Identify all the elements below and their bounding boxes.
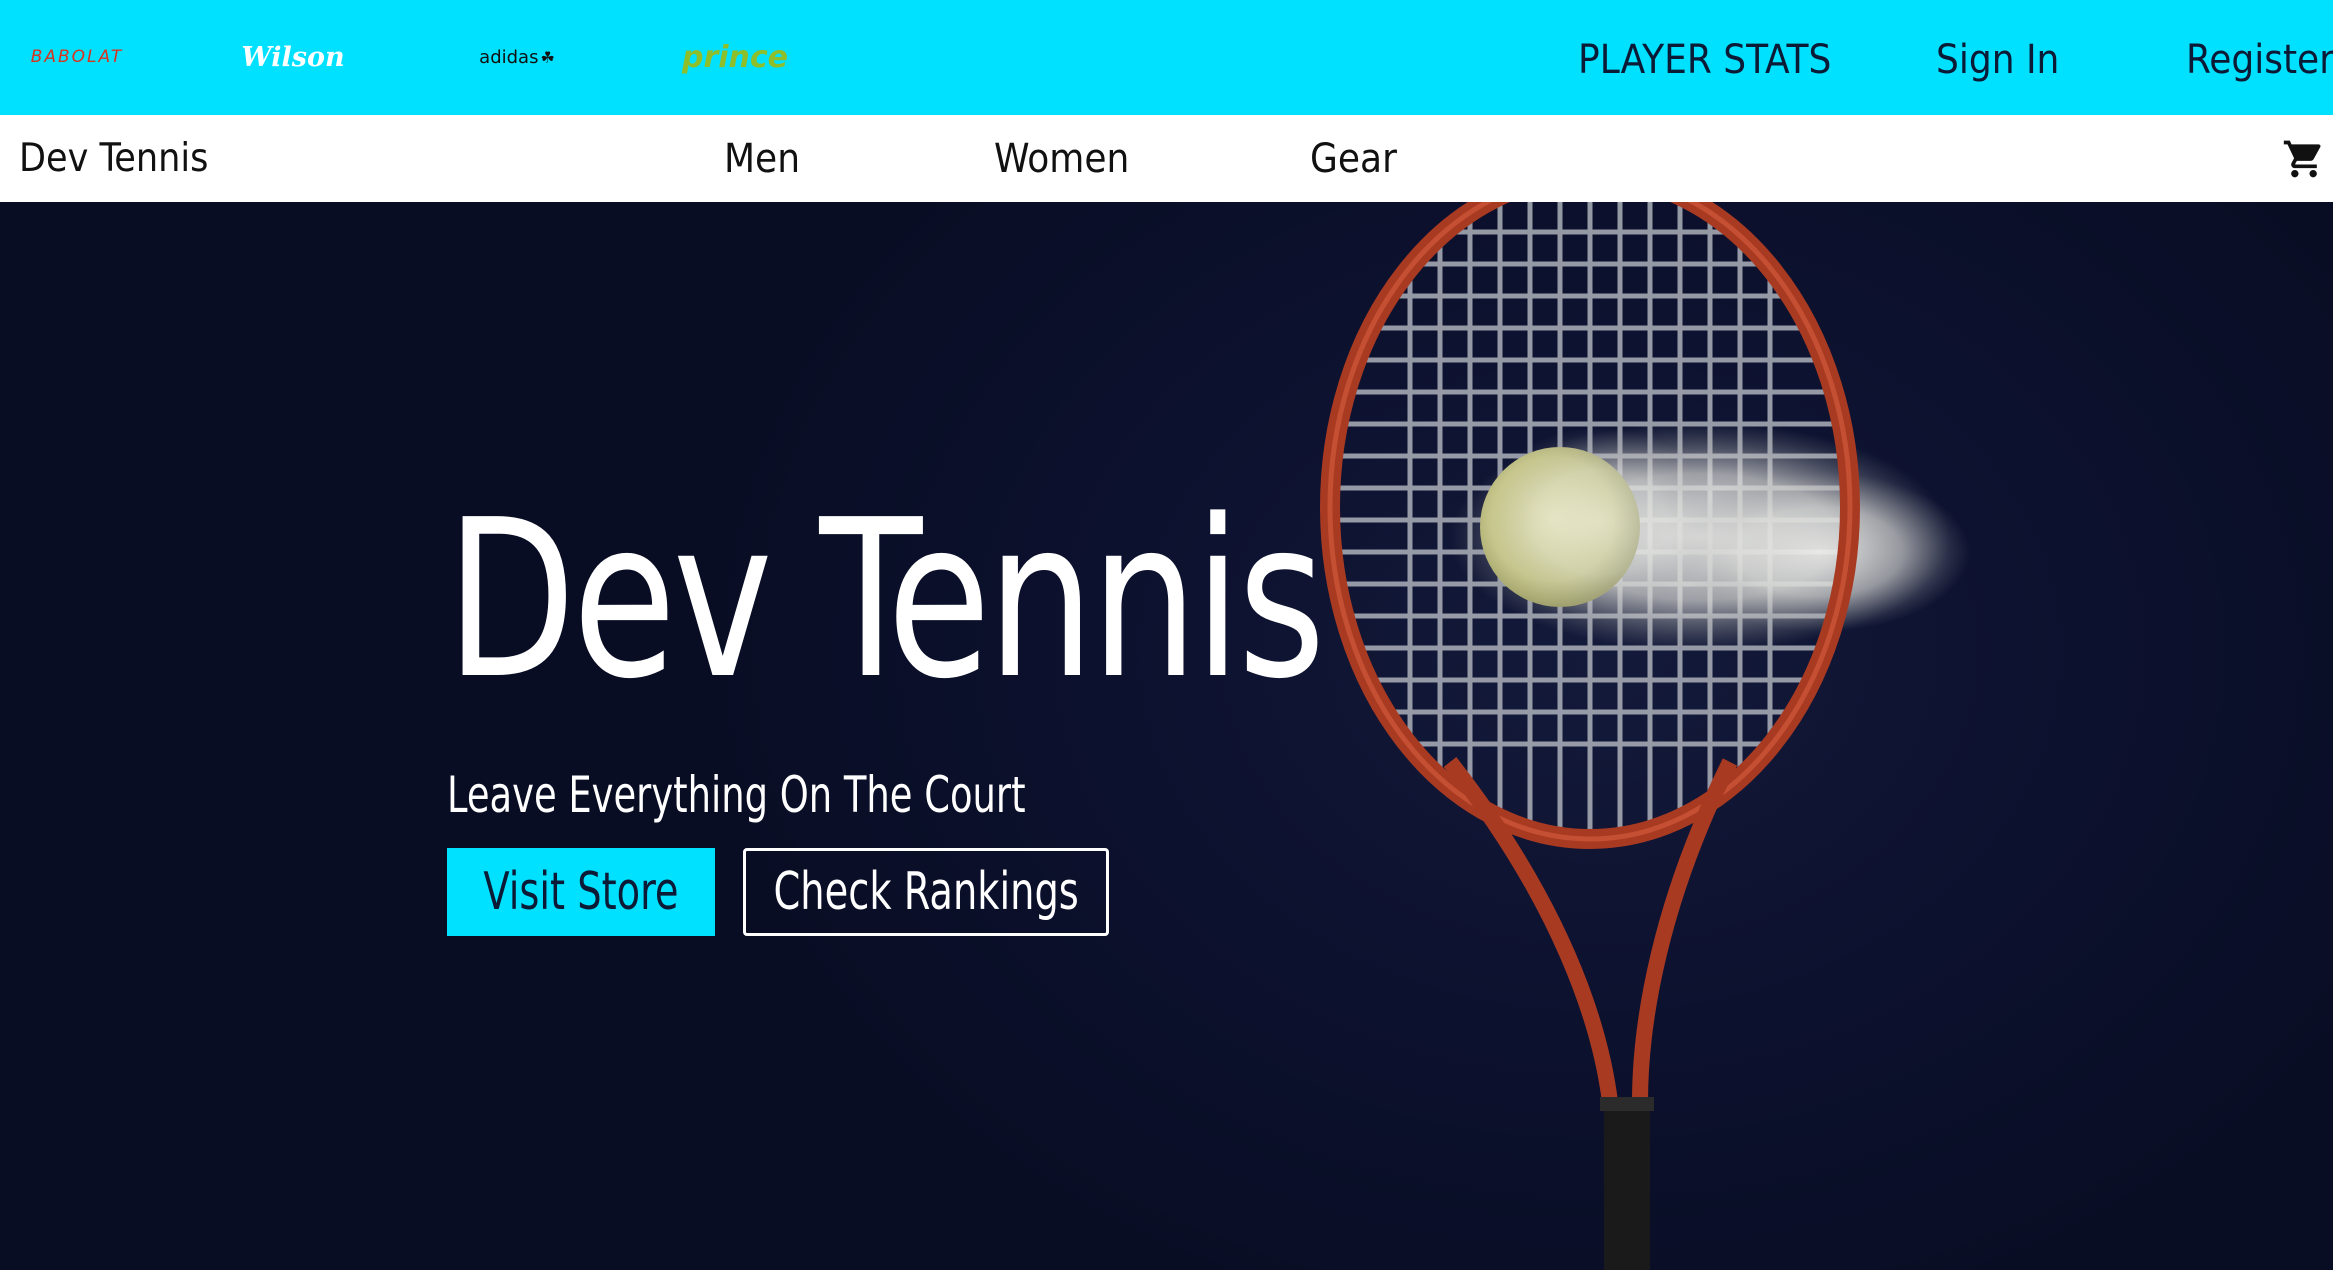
- shopping-cart-icon[interactable]: [2282, 137, 2326, 181]
- visit-store-label: Visit Store: [483, 862, 679, 922]
- nav-link-men[interactable]: Men: [724, 130, 800, 188]
- register-link[interactable]: Register: [2186, 30, 2333, 90]
- racket-ball-illustration: [1320, 202, 1970, 1270]
- wilson-logo[interactable]: Wilson: [238, 34, 348, 80]
- top-brand-bar: BABOLAT Wilson adidas ☘ prince PLAYER ST…: [0, 0, 2333, 115]
- racket-handle: [1604, 1102, 1650, 1270]
- nav-link-women[interactable]: Women: [994, 130, 1129, 188]
- prince-logo[interactable]: prince: [680, 34, 790, 80]
- hero-subtitle: Leave Everything On The Court: [447, 766, 1026, 824]
- hero-title: Dev Tennis: [446, 474, 1326, 727]
- player-stats-link[interactable]: PLAYER STATS: [1578, 30, 1831, 90]
- site-logo[interactable]: Dev Tennis: [19, 130, 208, 188]
- babolat-logo[interactable]: BABOLAT: [22, 34, 132, 80]
- hero-section: Dev Tennis Leave Everything On The Court…: [0, 202, 2333, 1270]
- trefoil-icon: ☘: [540, 47, 555, 67]
- nav-link-gear[interactable]: Gear: [1310, 130, 1397, 188]
- main-navbar: Dev Tennis Men Women Gear: [0, 115, 2333, 202]
- sign-in-link[interactable]: Sign In: [1936, 30, 2059, 90]
- check-rankings-label: Check Rankings: [773, 862, 1079, 922]
- adidas-logo-text: adidas: [479, 46, 539, 68]
- visit-store-button[interactable]: Visit Store: [447, 848, 715, 936]
- check-rankings-button[interactable]: Check Rankings: [743, 848, 1109, 936]
- adidas-logo[interactable]: adidas ☘: [462, 34, 572, 80]
